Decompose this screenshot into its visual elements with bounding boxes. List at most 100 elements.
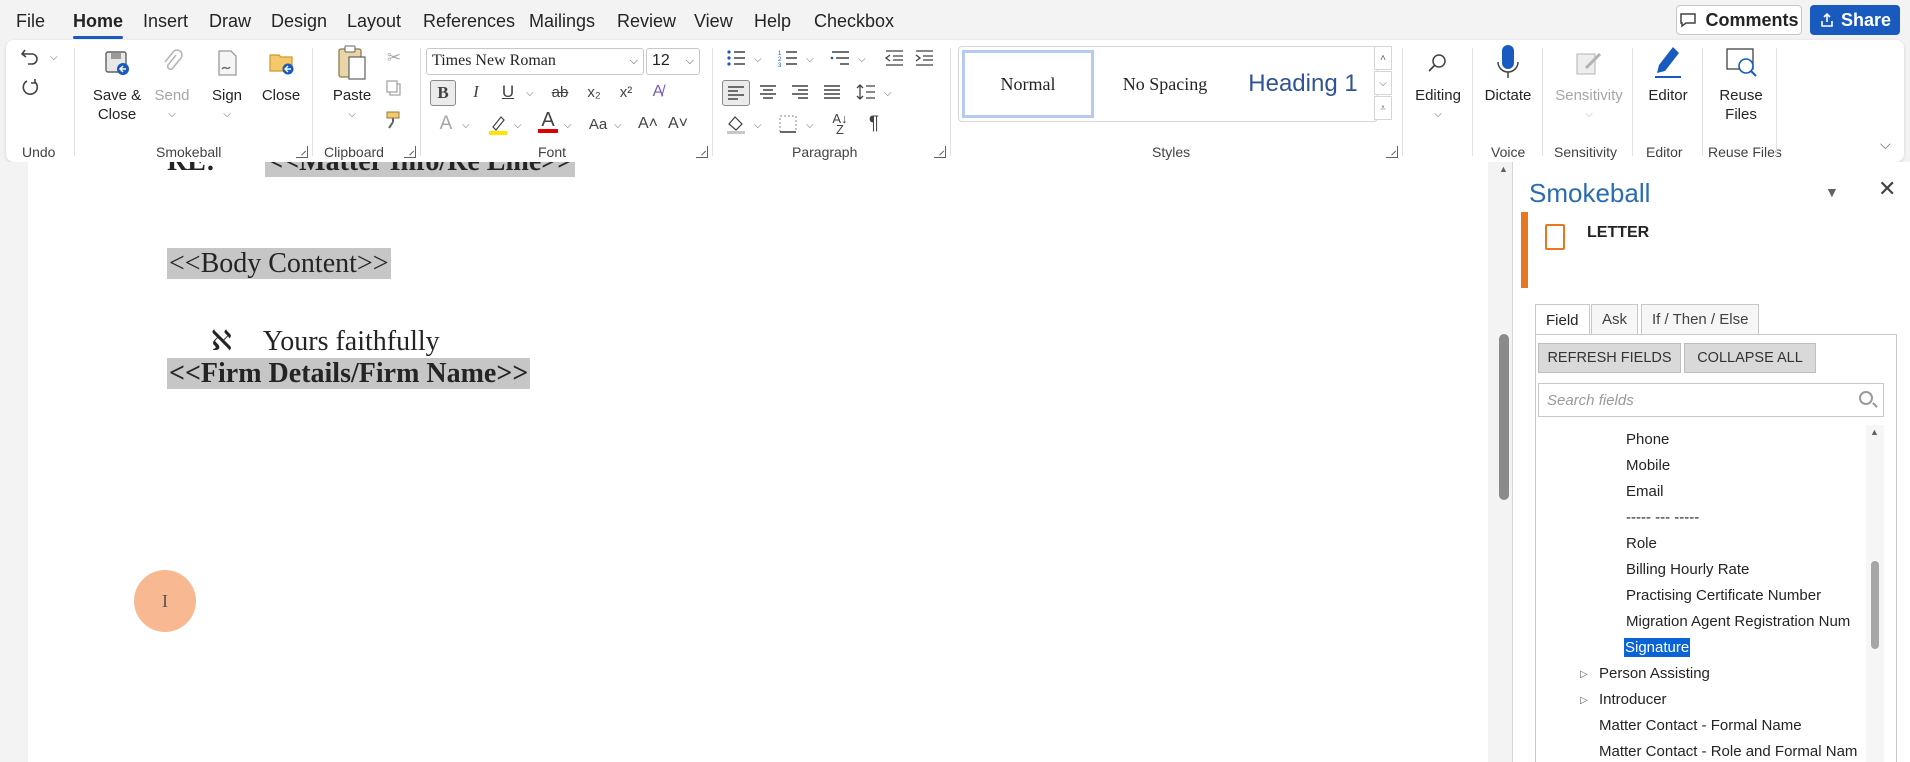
share-button[interactable]: Share — [1810, 5, 1900, 35]
change-case-dropdown-icon[interactable]: ⌵ — [614, 120, 622, 131]
copy-icon[interactable] — [382, 76, 406, 100]
tree-item[interactable]: Practising Certificate Number — [1626, 587, 1821, 604]
align-center-icon[interactable] — [756, 80, 780, 104]
close-document-button[interactable]: Close — [258, 44, 304, 105]
styles-scroll-down-icon[interactable]: ⌵ — [1374, 71, 1392, 95]
tree-item[interactable]: ----- --- ----- — [1626, 509, 1699, 526]
dialog-launcher-icon[interactable] — [404, 146, 416, 158]
tree-item[interactable]: Person Assisting — [1599, 665, 1710, 682]
tab-file[interactable]: File — [16, 11, 45, 32]
paste-button[interactable]: Paste ⌵ — [328, 44, 376, 124]
matter-info-field[interactable]: <<Matter Info/Re Line>> — [265, 162, 576, 177]
styles-scroll-up-icon[interactable]: ˄ — [1374, 46, 1392, 70]
tab-references[interactable]: References — [423, 11, 515, 32]
bullets-icon[interactable] — [724, 46, 748, 70]
shading-icon[interactable] — [724, 112, 748, 136]
send-button[interactable]: Send ⌵ — [152, 44, 192, 124]
tab-layout[interactable]: Layout — [347, 11, 401, 32]
tab-mailings[interactable]: Mailings — [529, 11, 595, 32]
style-no-spacing[interactable]: No Spacing — [1099, 50, 1231, 118]
comments-button[interactable]: Comments — [1676, 5, 1802, 35]
sensitivity-button[interactable]: Sensitivity ⌵ — [1550, 44, 1628, 124]
tab-review[interactable]: Review — [617, 11, 676, 32]
text-effects-icon[interactable]: A — [434, 112, 458, 136]
styles-more-icon[interactable]: ⩡ — [1374, 96, 1392, 120]
highlight-dropdown-icon[interactable]: ⌵ — [514, 120, 522, 131]
style-heading-1[interactable]: Heading 1 — [1235, 50, 1371, 118]
tree-item-selected[interactable]: Signature — [1624, 638, 1691, 657]
collapse-ribbon-icon[interactable]: ⌵ — [1880, 136, 1891, 153]
align-right-icon[interactable] — [788, 80, 812, 104]
tree-item[interactable]: Mobile — [1626, 457, 1670, 474]
collapse-all-button[interactable]: COLLAPSE ALL — [1684, 343, 1816, 373]
line-spacing-icon[interactable] — [854, 80, 878, 104]
grow-font-icon[interactable]: A˄ — [636, 112, 660, 136]
tree-item[interactable]: Migration Agent Registration Num — [1626, 613, 1850, 630]
tree-scrollbar-thumb[interactable] — [1871, 561, 1879, 649]
format-painter-icon[interactable] — [382, 108, 406, 132]
numbering-icon[interactable]: 123 — [776, 46, 800, 70]
show-formatting-marks-icon[interactable]: ¶ — [862, 112, 886, 136]
editor-button[interactable]: Editor — [1640, 44, 1696, 105]
text-effects-dropdown-icon[interactable]: ⌵ — [462, 120, 470, 131]
font-color-dropdown-icon[interactable]: ⌵ — [564, 120, 572, 131]
bold-icon[interactable]: B — [430, 80, 456, 106]
tab-help[interactable]: Help — [754, 11, 791, 32]
reuse-files-button[interactable]: Reuse Files — [1710, 44, 1772, 124]
shrink-font-icon[interactable]: A˅ — [666, 112, 690, 136]
tree-item[interactable]: Email — [1626, 483, 1664, 500]
numbering-dropdown-icon[interactable]: ⌵ — [806, 54, 814, 65]
dialog-launcher-icon[interactable] — [696, 146, 708, 158]
borders-icon[interactable] — [776, 112, 800, 136]
font-name-combo[interactable]: Times New Roman ⌵ — [426, 48, 644, 75]
multilevel-dropdown-icon[interactable]: ⌵ — [858, 54, 866, 65]
undo-dropdown-icon[interactable]: ⌵ — [50, 52, 58, 63]
clear-formatting-icon[interactable]: A̸ — [646, 80, 670, 104]
dialog-launcher-icon[interactable] — [1386, 146, 1398, 158]
change-case-icon[interactable]: Aa — [586, 112, 610, 136]
increase-indent-icon[interactable] — [912, 46, 936, 70]
tab-insert[interactable]: Insert — [143, 11, 188, 32]
editing-button[interactable]: Editing ⌵ — [1410, 44, 1466, 124]
document-scrollbar-thumb[interactable] — [1499, 334, 1509, 500]
tree-item[interactable]: Matter Contact - Formal Name — [1599, 717, 1802, 734]
tab-checkbox[interactable]: Checkbox — [814, 11, 894, 32]
cut-icon[interactable]: ✂ — [382, 46, 406, 70]
strikethrough-icon[interactable]: ab — [548, 80, 572, 104]
dialog-launcher-icon[interactable] — [296, 146, 308, 158]
underline-dropdown-icon[interactable]: ⌵ — [526, 88, 534, 99]
undo-icon[interactable] — [18, 44, 42, 68]
tab-field[interactable]: Field — [1535, 304, 1590, 335]
tree-scrollbar[interactable]: ▲ — [1866, 425, 1884, 762]
pane-options-icon[interactable]: ▼ — [1825, 184, 1839, 200]
style-normal[interactable]: Normal — [962, 50, 1094, 118]
expand-icon[interactable]: ▷ — [1580, 669, 1588, 680]
tree-item[interactable]: Phone — [1626, 431, 1669, 448]
sort-icon[interactable]: A↓ Z — [828, 112, 852, 136]
subscript-icon[interactable]: x₂ — [582, 80, 606, 104]
borders-dropdown-icon[interactable]: ⌵ — [806, 120, 814, 131]
sign-button[interactable]: Sign ⌵ — [206, 44, 248, 124]
close-icon[interactable]: ✕ — [1878, 176, 1896, 202]
tab-if-then-else[interactable]: If / Then / Else — [1641, 304, 1760, 334]
bullets-dropdown-icon[interactable]: ⌵ — [754, 54, 762, 65]
italic-icon[interactable]: I — [464, 80, 488, 104]
shading-dropdown-icon[interactable]: ⌵ — [754, 120, 762, 131]
tree-item[interactable]: Matter Contact - Role and Formal Nam — [1599, 743, 1857, 760]
scroll-up-icon[interactable]: ▲ — [1499, 164, 1508, 174]
refresh-fields-button[interactable]: REFRESH FIELDS — [1538, 343, 1681, 373]
tab-draw[interactable]: Draw — [209, 11, 251, 32]
redo-icon[interactable] — [18, 76, 42, 100]
tab-view[interactable]: View — [694, 11, 733, 32]
tree-item[interactable]: Role — [1626, 535, 1657, 552]
font-color-icon[interactable]: A — [536, 110, 560, 134]
tab-design[interactable]: Design — [271, 11, 327, 32]
tree-item[interactable]: Introducer — [1599, 691, 1667, 708]
dictate-button[interactable]: Dictate — [1480, 44, 1536, 105]
superscript-icon[interactable]: x² — [614, 80, 638, 104]
font-size-combo[interactable]: 12 ⌵ — [646, 48, 700, 75]
firm-name-field[interactable]: <<Firm Details/Firm Name>> — [167, 358, 531, 389]
tree-item[interactable]: Billing Hourly Rate — [1626, 561, 1749, 578]
decrease-indent-icon[interactable] — [882, 46, 906, 70]
expand-icon[interactable]: ▷ — [1580, 695, 1588, 706]
